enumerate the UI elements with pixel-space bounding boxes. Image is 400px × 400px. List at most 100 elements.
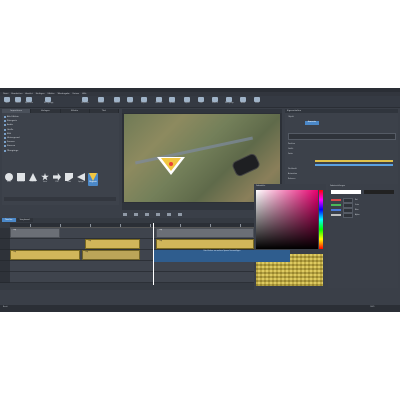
river-line	[134, 136, 254, 165]
waypoint-dot	[169, 162, 173, 166]
track-1: Clip Clip	[10, 228, 254, 239]
upload-button[interactable]: Upload	[168, 97, 176, 106]
red-bar	[331, 199, 341, 201]
channel-red[interactable]: Rot	[331, 197, 395, 203]
toolbar-label: Upload	[169, 103, 175, 104]
folder-icon	[15, 97, 21, 102]
star-icon	[41, 173, 49, 181]
timeline-clip[interactable]: Clip	[85, 239, 140, 249]
track-header[interactable]	[0, 272, 10, 283]
shape-label: Wegpunkt	[89, 182, 97, 183]
shape-label: Pfeil	[55, 182, 59, 183]
mirror-icon	[77, 173, 85, 181]
track-header[interactable]	[0, 228, 10, 239]
status-zoom: 100%	[370, 307, 375, 308]
undo-button[interactable]: Rückgängig	[44, 97, 53, 106]
property-row: Rahmen	[288, 178, 296, 180]
toolbar-label: Import	[184, 103, 190, 104]
timeline-clip[interactable]: Clip	[82, 250, 140, 260]
folder-icon	[4, 132, 6, 135]
channel-blue[interactable]: Blau	[331, 207, 395, 213]
add-track-hint[interactable]: Hier klicken, um weitere Spuren hinzuzuf…	[154, 250, 290, 262]
shape-circle[interactable]: Kreis	[4, 173, 14, 186]
burn-button[interactable]: Brennen	[155, 97, 163, 106]
transitions-button[interactable]: Übergänge	[225, 97, 234, 106]
shape-arrow[interactable]: Pfeil	[52, 173, 62, 186]
title-button[interactable]: Titel	[197, 97, 205, 106]
fullscreen-icon[interactable]	[178, 213, 183, 216]
color-slider[interactable]	[315, 160, 393, 162]
opacity-slider[interactable]	[315, 164, 393, 166]
shape-mirror[interactable]: Spiegel	[76, 173, 86, 186]
car-object[interactable]	[232, 153, 260, 177]
import-button[interactable]: Import	[183, 97, 191, 106]
shape-label: Stern	[42, 182, 47, 183]
saturation-value-area[interactable]	[256, 190, 318, 249]
ruler-tick	[240, 224, 241, 227]
help-button[interactable]: Hilfe	[253, 97, 261, 106]
loop-icon[interactable]	[167, 213, 172, 216]
toolbar-label: Schnitt	[98, 103, 104, 104]
color-channel-list: Rot Grün Blau Alpha	[331, 197, 395, 218]
status-text: Bereit	[3, 307, 8, 308]
next-icon[interactable]	[156, 213, 161, 216]
shape-label: Rechteck	[17, 182, 25, 183]
shape-rectangle[interactable]: Rechteck	[16, 173, 26, 186]
new-button[interactable]: Neu	[3, 97, 11, 106]
arrow-icon	[53, 173, 61, 181]
track-5	[10, 272, 254, 283]
track-header[interactable]	[0, 250, 10, 261]
import-icon	[184, 97, 190, 102]
zoom-button[interactable]: Zoom	[126, 97, 134, 106]
help-icon	[254, 97, 260, 102]
tab-import[interactable]: Importieren	[2, 109, 32, 113]
track-header[interactable]	[0, 261, 10, 272]
tab-effects[interactable]: Effekte	[61, 109, 90, 113]
shape-waypoint[interactable]: Wegpunkt	[88, 173, 98, 186]
open-button[interactable]: Öffnen	[14, 97, 22, 106]
save-button[interactable]: Speichern	[25, 97, 33, 106]
shape-icon	[65, 173, 73, 181]
property-row: Position	[288, 143, 295, 145]
timeline-clip[interactable]: Clip	[10, 250, 80, 260]
toolbar-label: Marker	[114, 103, 120, 104]
tab-storyboard[interactable]: Storyboard	[16, 218, 33, 222]
save-icon	[26, 97, 32, 102]
cut-button[interactable]: Schnitt	[97, 97, 105, 106]
audio-button[interactable]: Audio	[239, 97, 247, 106]
property-field[interactable]	[288, 133, 396, 140]
tab-templates[interactable]: Vorlagen	[31, 109, 61, 113]
tree-item[interactable]: Übergänge	[4, 149, 117, 153]
preview-button[interactable]: Vorschau	[81, 97, 89, 106]
hue-slider[interactable]	[319, 190, 323, 249]
stop-icon[interactable]	[134, 213, 139, 216]
timeline-clip[interactable]: Clip	[156, 228, 254, 238]
marker-button[interactable]: Marker	[113, 97, 121, 106]
ruler-tick	[180, 224, 181, 227]
timeline-clip[interactable]: Clip	[156, 239, 254, 249]
channel-alpha[interactable]: Alpha	[331, 212, 395, 218]
play-icon[interactable]	[123, 213, 127, 216]
play-icon	[82, 97, 88, 102]
shape-label: Form	[67, 182, 71, 183]
apply-button[interactable]: Anwenden	[305, 121, 319, 125]
channel-green[interactable]: Grün	[331, 202, 395, 208]
channel-label: Alpha	[355, 214, 360, 216]
previous-icon[interactable]	[145, 213, 150, 216]
media-pool-panel: Importieren Vorlagen Effekte Titel Alle …	[2, 109, 119, 205]
track-header[interactable]	[0, 239, 10, 250]
shape-star[interactable]: Stern	[40, 173, 50, 186]
export-button[interactable]: Export	[140, 97, 148, 106]
timeline-clip[interactable]: Clip	[10, 228, 60, 238]
property-row: Objekt	[288, 116, 294, 118]
disc-icon	[156, 97, 162, 102]
tab-timeline[interactable]: Timeline	[2, 218, 16, 222]
tab-titles[interactable]: Titel	[90, 109, 119, 113]
shape-form[interactable]: Form	[64, 173, 74, 186]
effects-icon	[212, 97, 218, 102]
shape-triangle[interactable]: Dreieck	[28, 173, 38, 186]
ruler-tick	[210, 224, 211, 227]
toolbar-label: Zoom	[127, 103, 133, 104]
alpha-value-field[interactable]	[343, 212, 353, 218]
effects-button[interactable]: Effekte	[211, 97, 219, 106]
